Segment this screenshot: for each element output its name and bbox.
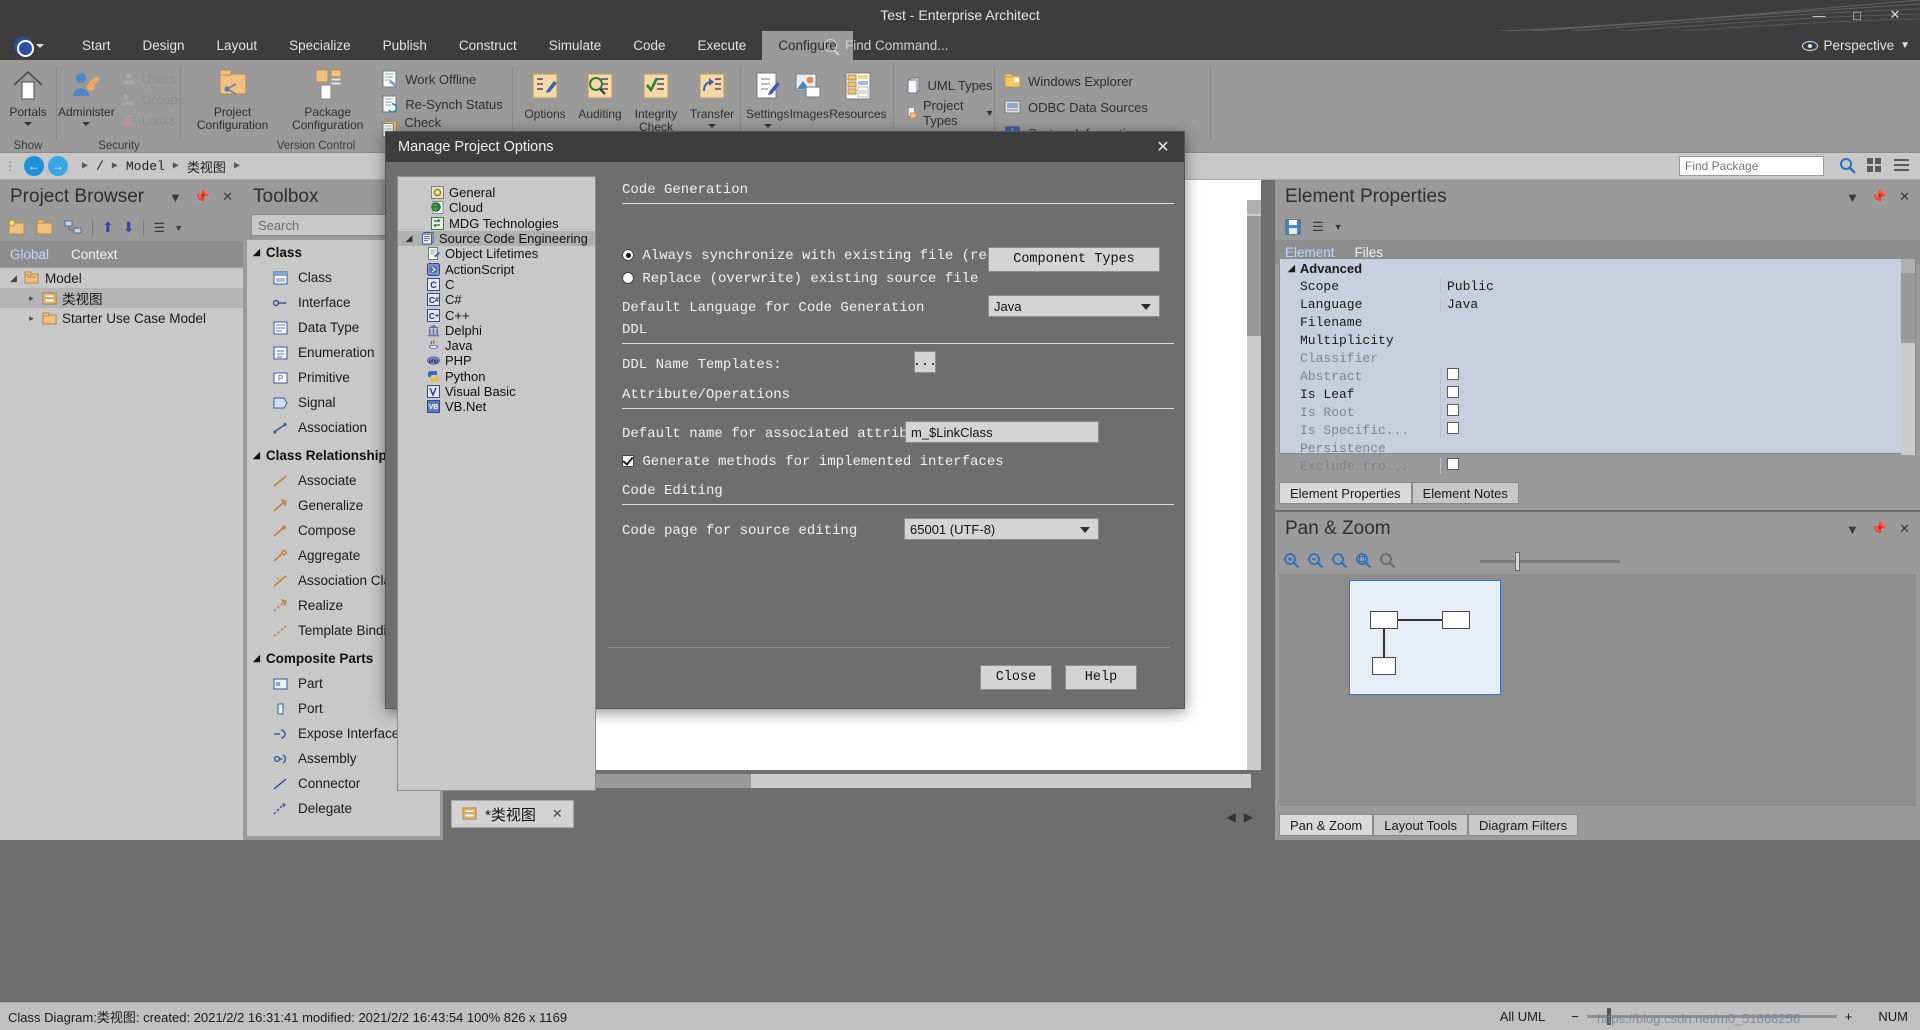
code-page-value: 65001 (UTF-8) <box>910 521 996 537</box>
close-button[interactable]: Close <box>980 665 1052 690</box>
object-lifetimes-icon <box>426 247 441 261</box>
dialog-tree-item-cpp[interactable]: C + C++ <box>398 307 595 323</box>
dialog-tree-label: Source Code Engineering <box>439 231 588 247</box>
default-attribute-name-label: Default name for associated attribute <box>622 426 933 442</box>
general-gear-icon <box>430 186 445 200</box>
default-language-value: Java <box>994 298 1022 314</box>
radio-replace-overwrite[interactable]: Replace (overwrite) existing source file <box>622 271 978 287</box>
dialog-tree-label: C# <box>445 292 462 308</box>
dialog-tree-label: Object Lifetimes <box>445 246 539 262</box>
svg-text:#: # <box>435 297 439 304</box>
enterprise-architect-window: Test - Enterprise Architect — □ ✕ Start … <box>0 0 1920 1030</box>
section-header: Code Editing <box>622 483 723 499</box>
dialog-tree-label: C++ <box>445 307 470 323</box>
dialog-tree-item-vbnet[interactable]: VB VB.Net <box>398 399 595 414</box>
dialog-tree-item-cloud[interactable]: Cloud <box>398 200 595 215</box>
dialog-tree-label: Python <box>445 368 486 384</box>
dialog-tree-item-general[interactable]: General <box>398 185 595 200</box>
radio-button-icon[interactable] <box>622 249 634 261</box>
mdg-icon <box>430 216 445 230</box>
visualbasic-icon <box>426 385 441 399</box>
section-divider <box>622 203 1174 204</box>
svg-text:php: php <box>429 359 438 365</box>
cloud-globe-icon <box>430 201 445 215</box>
chevron-down-icon <box>1080 527 1090 533</box>
dialog-tree-label: VB.Net <box>445 399 487 415</box>
manage-project-options-dialog: Manage Project Options ✕ General Cloud M… <box>385 131 1185 791</box>
dialog-tree-item-delphi[interactable]: Delphi <box>398 323 595 338</box>
dialog-tree-label: General <box>449 185 496 201</box>
generate-methods-checkbox-row[interactable]: Generate methods for implemented interfa… <box>622 454 1004 470</box>
expand-toggle-icon[interactable]: ◢ <box>402 233 416 244</box>
php-icon: php <box>426 354 441 368</box>
dialog-tree-label: C <box>445 276 455 292</box>
section-divider <box>622 504 1174 505</box>
section-header: Code Generation <box>622 182 749 198</box>
section-header: Attribute/Operations <box>622 387 791 403</box>
cpp-icon: C + <box>426 308 441 322</box>
ddl-name-templates-label: DDL Name Templates: <box>622 357 782 373</box>
dialog-title-bar: Manage Project Options ✕ <box>386 132 1184 162</box>
dialog-close-button[interactable]: ✕ <box>1142 132 1184 162</box>
default-language-label: Default Language for Code Generation <box>622 300 925 316</box>
modal-overlay: Manage Project Options ✕ General Cloud M… <box>0 0 1920 1030</box>
radio-button-icon[interactable] <box>622 272 634 284</box>
dialog-tree-item-php[interactable]: php PHP <box>398 353 595 368</box>
component-types-button[interactable]: Component Types <box>988 247 1160 272</box>
dialog-footer-divider <box>608 647 1170 648</box>
dialog-tree-label: MDG Technologies <box>449 215 559 231</box>
dialog-tree-item-actionscript[interactable]: ActionScript <box>398 261 595 277</box>
delphi-icon <box>426 323 441 337</box>
dialog-options-tree[interactable]: General Cloud MDG Technologies ◢ Source … <box>397 176 596 791</box>
vbnet-icon: VB <box>426 400 441 414</box>
section-code-editing: Code Editing <box>622 483 1174 505</box>
section-divider <box>622 343 1174 344</box>
radio-label: Replace (overwrite) existing source file <box>642 271 979 287</box>
dialog-tree-label: Cloud <box>449 200 483 216</box>
python-icon <box>426 369 441 383</box>
source-code-icon <box>420 232 435 246</box>
dialog-tree-item-csharp[interactable]: C # C# <box>398 292 595 307</box>
ddl-browse-button[interactable]: ... <box>913 351 937 373</box>
c-icon: C <box>426 277 441 291</box>
dialog-tree-label: Delphi <box>445 322 482 338</box>
dialog-tree-item-mdg-technologies[interactable]: MDG Technologies <box>398 216 595 231</box>
section-divider <box>622 408 1174 409</box>
code-page-select[interactable]: 65001 (UTF-8) <box>904 518 1099 540</box>
svg-text:+: + <box>435 313 439 320</box>
code-page-label: Code page for source editing <box>622 523 858 539</box>
dialog-tree-label: ActionScript <box>445 261 515 277</box>
svg-text:C: C <box>430 280 437 290</box>
chevron-down-icon <box>1141 304 1151 310</box>
generate-methods-label: Generate methods for implemented interfa… <box>642 454 1004 470</box>
dialog-tree-item-c[interactable]: C C <box>398 277 595 292</box>
dialog-tree-label: Visual Basic <box>445 384 516 399</box>
default-attribute-name-input[interactable]: m_$LinkClass <box>905 421 1099 443</box>
dialog-tree-label: Java <box>445 338 473 354</box>
dialog-tree-item-source-code-engineering[interactable]: ◢ Source Code Engineering <box>398 230 595 247</box>
section-ddl: DDL <box>622 322 1174 344</box>
section-attribute-operations: Attribute/Operations <box>622 387 1174 409</box>
actionscript-icon <box>426 262 441 276</box>
dialog-tree-item-object-lifetimes[interactable]: Object Lifetimes <box>398 246 595 261</box>
java-icon <box>426 339 441 353</box>
section-code-generation: Code Generation <box>622 182 1174 204</box>
default-language-select[interactable]: Java <box>988 295 1160 317</box>
help-button[interactable]: Help <box>1065 665 1137 690</box>
dialog-tree-label: PHP <box>445 353 472 369</box>
svg-text:VB: VB <box>429 404 439 411</box>
dialog-title: Manage Project Options <box>398 139 554 155</box>
dialog-tree-item-python[interactable]: Python <box>398 369 595 384</box>
dialog-tree-item-java[interactable]: Java <box>398 338 595 353</box>
dialog-content: Code Generation Always synchronize with … <box>608 176 1174 788</box>
dialog-tree-item-visual-basic[interactable]: Visual Basic <box>398 384 595 399</box>
checkbox-icon[interactable] <box>622 455 634 467</box>
section-header: DDL <box>622 322 648 338</box>
csharp-icon: C # <box>426 293 441 307</box>
